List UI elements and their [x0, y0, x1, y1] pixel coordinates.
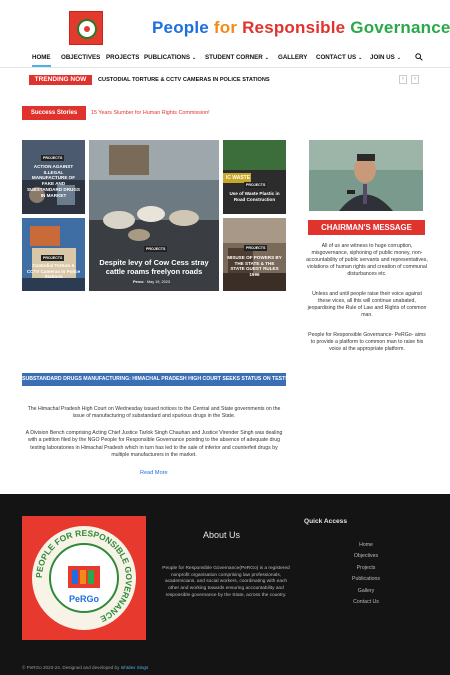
trending-headline[interactable]: CUSTODIAL TORTURE & CCTV CAMERAS IN POLI… — [98, 77, 270, 83]
card-cow-cess[interactable]: PROJECTS Despite levy of Cow Cess stray … — [89, 140, 219, 291]
footer-link-home[interactable]: Home — [340, 542, 392, 548]
card-fake-drugs[interactable]: PROJECTS ACTION AGAINST ILLEGAL MANUFACT… — [22, 140, 85, 214]
chairman-message-p1: All of us are witness to huge corruption… — [306, 243, 428, 278]
card-custodial-torture[interactable]: PROJECTS Custodial Torture & CCTV Camera… — [22, 218, 85, 291]
chevron-down-icon: ⌄ — [264, 55, 269, 61]
footer-link-publications[interactable]: Publications — [340, 576, 392, 582]
copyright-text: © PeRGo 2023-24. Designed and developed … — [22, 665, 120, 670]
nav-home[interactable]: HOME — [32, 54, 51, 67]
footer-link-gallery[interactable]: Gallery — [340, 588, 392, 594]
nav-contact-us[interactable]: CONTACT US ⌄ — [316, 54, 362, 61]
footer-quick-access-heading: Quick Access — [304, 518, 348, 525]
card-tag: PROJECTS — [41, 255, 65, 261]
nav-student-corner[interactable]: STUDENT CORNER ⌄ — [205, 54, 269, 61]
card-tag: PROJECTS — [41, 155, 65, 161]
chevron-left-icon[interactable]: ‹ — [399, 75, 407, 84]
chevron-right-icon[interactable]: › — [411, 75, 419, 84]
pergo-emblem-icon: PEOPLE FOR RESPONSIBLE GOVERNANCE PeRGo — [32, 526, 136, 630]
footer-link-contact-us[interactable]: Contact Us — [340, 599, 392, 605]
card-title: Use of Waste Plastic in Road Constructio… — [229, 191, 280, 202]
chevron-down-icon: ⌄ — [358, 55, 363, 61]
chevron-down-icon: ⌄ — [191, 55, 197, 61]
chairman-message-p2: Unless and until people raise their voic… — [307, 291, 427, 319]
footer-logo[interactable]: PEOPLE FOR RESPONSIBLE GOVERNANCE PeRGo — [22, 516, 146, 640]
title-part-2: for — [213, 18, 243, 37]
chevron-down-icon: ⌄ — [396, 55, 401, 61]
nav-contact-us-label: CONTACT US — [316, 54, 357, 61]
read-more-link[interactable]: Read More — [140, 470, 168, 476]
footer-link-projects[interactable]: Projects — [340, 565, 392, 571]
nav-projects[interactable]: PROJECTS — [106, 54, 139, 61]
card-overlay-text: IC WASTE — [225, 175, 251, 181]
title-part-4: Governance — [350, 18, 450, 37]
footer-about-heading: About Us — [203, 530, 241, 540]
search-icon[interactable] — [415, 53, 423, 61]
article-paragraph-1: The Himachal Pradesh High Court on Wedne… — [27, 406, 281, 420]
main-nav: HOME OBJECTIVES PROJECTS PUBLICATIONS ⌄ S… — [0, 48, 450, 68]
footer-about-text: People for Responsible Governance(PeRGo)… — [162, 566, 290, 598]
chairman-heading: CHAIRMAN'S MESSAGE — [308, 220, 425, 235]
success-stories-text[interactable]: 15 Years Slumber for Human Rights Commis… — [91, 110, 210, 116]
card-title: Custodial Torture & CCTV Cameras in Poli… — [26, 263, 81, 280]
footer-link-objectives[interactable]: Objectives — [340, 553, 392, 559]
card-tag: PROJECTS — [244, 182, 268, 188]
card-author[interactable]: Perco — [133, 280, 144, 284]
card-title: Despite levy of Cow Cess stray cattle ro… — [99, 258, 209, 277]
card-tag: PROJECTS — [244, 245, 268, 251]
card-date: May 19, 2023 — [146, 280, 170, 284]
nav-join-us[interactable]: JOIN US ⌄ — [370, 54, 401, 61]
chairman-photo — [309, 140, 423, 211]
chairman-message-p3: People for Responsible Governance- PeRGo… — [308, 332, 426, 353]
logo-emblem-icon — [77, 19, 97, 39]
card-misuse-powers[interactable]: PROJECTS MISUSE OF POWERS BY THE STATE &… — [223, 218, 286, 291]
nav-join-us-label: JOIN US — [370, 54, 395, 61]
site-title[interactable]: People for Responsible Governance — [152, 18, 450, 38]
card-title: MISUSE OF POWERS BY THE STATE & THE STAT… — [227, 255, 282, 278]
nav-objectives[interactable]: OBJECTIVES — [61, 54, 100, 61]
developer-link[interactable]: Ishtdev Sings — [121, 665, 149, 670]
success-stories-label: Success Stories — [22, 106, 86, 120]
article-paragraph-2: A Division Bench comprising Acting Chief… — [25, 430, 283, 458]
logo-brand-text: PeRGo — [69, 594, 100, 604]
nav-publications-label: PUBLICATIONS — [144, 54, 190, 61]
title-part-3: Responsible — [242, 18, 351, 37]
card-title: ACTION AGAINST ILLEGAL MANUFACTURE OF FA… — [27, 164, 80, 198]
nav-publications[interactable]: PUBLICATIONS ⌄ — [144, 54, 196, 61]
trending-label: TRENDING NOW — [29, 75, 92, 85]
title-part-1: People — [152, 18, 214, 37]
article-title[interactable]: SUBSTANDARD DRUGS MANUFACTURING: HIMACHA… — [22, 373, 310, 386]
card-meta: Perco · May 19, 2023 — [133, 280, 170, 284]
site-logo[interactable] — [69, 11, 103, 45]
card-tag: PROJECTS — [144, 246, 168, 252]
footer-copyright: © PeRGo 2023-24. Designed and developed … — [22, 665, 148, 670]
nav-gallery[interactable]: GALLERY — [278, 54, 307, 61]
card-waste-plastic[interactable]: IC WASTE PROJECTS Use of Waste Plastic i… — [223, 140, 286, 214]
nav-student-corner-label: STUDENT CORNER — [205, 54, 263, 61]
